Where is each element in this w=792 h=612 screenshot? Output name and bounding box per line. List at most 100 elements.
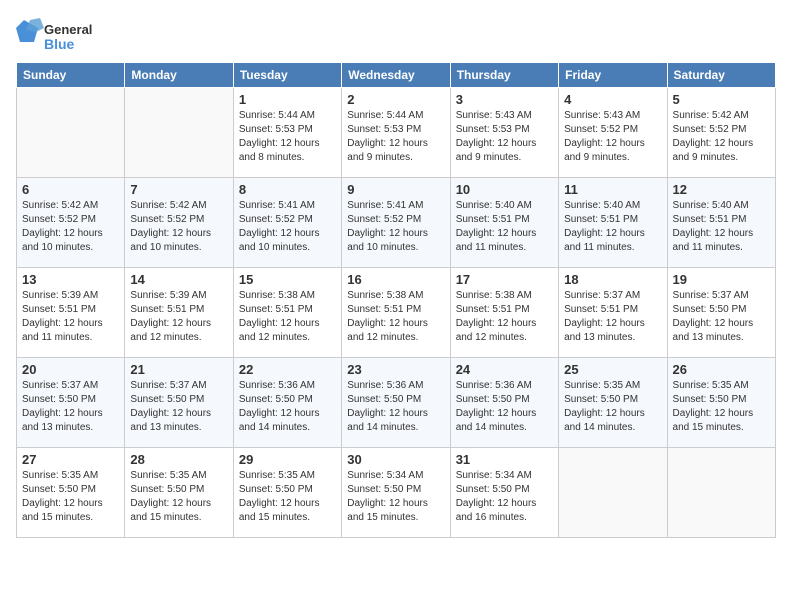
calendar-cell: 4 Sunrise: 5:43 AMSunset: 5:52 PMDayligh… bbox=[559, 88, 667, 178]
day-detail: Sunrise: 5:40 AMSunset: 5:51 PMDaylight:… bbox=[456, 199, 553, 255]
calendar-cell: 13 Sunrise: 5:39 AMSunset: 5:51 PMDaylig… bbox=[17, 268, 125, 358]
day-detail: Sunrise: 5:38 AMSunset: 5:51 PMDaylight:… bbox=[239, 289, 336, 345]
day-number: 7 bbox=[130, 182, 227, 197]
day-detail: Sunrise: 5:37 AMSunset: 5:50 PMDaylight:… bbox=[22, 379, 119, 435]
day-detail: Sunrise: 5:35 AMSunset: 5:50 PMDaylight:… bbox=[130, 469, 227, 525]
calendar-cell: 3 Sunrise: 5:43 AMSunset: 5:53 PMDayligh… bbox=[450, 88, 558, 178]
day-detail: Sunrise: 5:35 AMSunset: 5:50 PMDaylight:… bbox=[22, 469, 119, 525]
calendar-cell: 6 Sunrise: 5:42 AMSunset: 5:52 PMDayligh… bbox=[17, 178, 125, 268]
calendar-cell: 7 Sunrise: 5:42 AMSunset: 5:52 PMDayligh… bbox=[125, 178, 233, 268]
calendar-cell: 16 Sunrise: 5:38 AMSunset: 5:51 PMDaylig… bbox=[342, 268, 450, 358]
day-detail: Sunrise: 5:44 AMSunset: 5:53 PMDaylight:… bbox=[239, 109, 336, 165]
calendar-cell: 29 Sunrise: 5:35 AMSunset: 5:50 PMDaylig… bbox=[233, 448, 341, 538]
day-number: 26 bbox=[673, 362, 770, 377]
day-number: 3 bbox=[456, 92, 553, 107]
day-number: 13 bbox=[22, 272, 119, 287]
calendar-cell bbox=[667, 448, 775, 538]
day-detail: Sunrise: 5:40 AMSunset: 5:51 PMDaylight:… bbox=[673, 199, 770, 255]
logo-svg: General Blue bbox=[16, 16, 106, 56]
day-header-monday: Monday bbox=[125, 63, 233, 88]
day-detail: Sunrise: 5:35 AMSunset: 5:50 PMDaylight:… bbox=[564, 379, 661, 435]
calendar-cell: 28 Sunrise: 5:35 AMSunset: 5:50 PMDaylig… bbox=[125, 448, 233, 538]
day-detail: Sunrise: 5:44 AMSunset: 5:53 PMDaylight:… bbox=[347, 109, 444, 165]
calendar-cell: 8 Sunrise: 5:41 AMSunset: 5:52 PMDayligh… bbox=[233, 178, 341, 268]
calendar-cell: 9 Sunrise: 5:41 AMSunset: 5:52 PMDayligh… bbox=[342, 178, 450, 268]
calendar-cell: 25 Sunrise: 5:35 AMSunset: 5:50 PMDaylig… bbox=[559, 358, 667, 448]
day-number: 9 bbox=[347, 182, 444, 197]
day-header-wednesday: Wednesday bbox=[342, 63, 450, 88]
day-number: 4 bbox=[564, 92, 661, 107]
calendar-cell: 10 Sunrise: 5:40 AMSunset: 5:51 PMDaylig… bbox=[450, 178, 558, 268]
calendar-cell: 27 Sunrise: 5:35 AMSunset: 5:50 PMDaylig… bbox=[17, 448, 125, 538]
calendar-cell bbox=[559, 448, 667, 538]
day-number: 5 bbox=[673, 92, 770, 107]
day-detail: Sunrise: 5:37 AMSunset: 5:50 PMDaylight:… bbox=[130, 379, 227, 435]
day-number: 21 bbox=[130, 362, 227, 377]
calendar-cell: 11 Sunrise: 5:40 AMSunset: 5:51 PMDaylig… bbox=[559, 178, 667, 268]
day-number: 19 bbox=[673, 272, 770, 287]
svg-text:Blue: Blue bbox=[44, 36, 75, 52]
day-detail: Sunrise: 5:41 AMSunset: 5:52 PMDaylight:… bbox=[347, 199, 444, 255]
day-detail: Sunrise: 5:39 AMSunset: 5:51 PMDaylight:… bbox=[22, 289, 119, 345]
svg-text:General: General bbox=[44, 22, 92, 37]
day-number: 11 bbox=[564, 182, 661, 197]
day-detail: Sunrise: 5:35 AMSunset: 5:50 PMDaylight:… bbox=[673, 379, 770, 435]
day-number: 14 bbox=[130, 272, 227, 287]
day-detail: Sunrise: 5:34 AMSunset: 5:50 PMDaylight:… bbox=[456, 469, 553, 525]
day-number: 1 bbox=[239, 92, 336, 107]
day-number: 27 bbox=[22, 452, 119, 467]
day-detail: Sunrise: 5:35 AMSunset: 5:50 PMDaylight:… bbox=[239, 469, 336, 525]
day-header-friday: Friday bbox=[559, 63, 667, 88]
day-detail: Sunrise: 5:42 AMSunset: 5:52 PMDaylight:… bbox=[673, 109, 770, 165]
calendar-cell: 17 Sunrise: 5:38 AMSunset: 5:51 PMDaylig… bbox=[450, 268, 558, 358]
calendar-cell: 18 Sunrise: 5:37 AMSunset: 5:51 PMDaylig… bbox=[559, 268, 667, 358]
calendar-cell: 2 Sunrise: 5:44 AMSunset: 5:53 PMDayligh… bbox=[342, 88, 450, 178]
day-detail: Sunrise: 5:38 AMSunset: 5:51 PMDaylight:… bbox=[456, 289, 553, 345]
day-number: 24 bbox=[456, 362, 553, 377]
day-number: 12 bbox=[673, 182, 770, 197]
day-number: 15 bbox=[239, 272, 336, 287]
day-number: 25 bbox=[564, 362, 661, 377]
day-detail: Sunrise: 5:36 AMSunset: 5:50 PMDaylight:… bbox=[239, 379, 336, 435]
calendar-cell: 12 Sunrise: 5:40 AMSunset: 5:51 PMDaylig… bbox=[667, 178, 775, 268]
calendar-cell: 5 Sunrise: 5:42 AMSunset: 5:52 PMDayligh… bbox=[667, 88, 775, 178]
day-number: 18 bbox=[564, 272, 661, 287]
day-number: 23 bbox=[347, 362, 444, 377]
day-number: 29 bbox=[239, 452, 336, 467]
calendar-cell: 24 Sunrise: 5:36 AMSunset: 5:50 PMDaylig… bbox=[450, 358, 558, 448]
day-detail: Sunrise: 5:34 AMSunset: 5:50 PMDaylight:… bbox=[347, 469, 444, 525]
day-detail: Sunrise: 5:36 AMSunset: 5:50 PMDaylight:… bbox=[347, 379, 444, 435]
calendar-cell: 23 Sunrise: 5:36 AMSunset: 5:50 PMDaylig… bbox=[342, 358, 450, 448]
calendar-cell bbox=[125, 88, 233, 178]
day-number: 16 bbox=[347, 272, 444, 287]
day-detail: Sunrise: 5:37 AMSunset: 5:50 PMDaylight:… bbox=[673, 289, 770, 345]
day-number: 28 bbox=[130, 452, 227, 467]
calendar-cell bbox=[17, 88, 125, 178]
day-detail: Sunrise: 5:40 AMSunset: 5:51 PMDaylight:… bbox=[564, 199, 661, 255]
day-number: 17 bbox=[456, 272, 553, 287]
day-detail: Sunrise: 5:42 AMSunset: 5:52 PMDaylight:… bbox=[130, 199, 227, 255]
day-detail: Sunrise: 5:39 AMSunset: 5:51 PMDaylight:… bbox=[130, 289, 227, 345]
calendar-cell: 22 Sunrise: 5:36 AMSunset: 5:50 PMDaylig… bbox=[233, 358, 341, 448]
day-number: 2 bbox=[347, 92, 444, 107]
calendar-cell: 30 Sunrise: 5:34 AMSunset: 5:50 PMDaylig… bbox=[342, 448, 450, 538]
day-detail: Sunrise: 5:36 AMSunset: 5:50 PMDaylight:… bbox=[456, 379, 553, 435]
calendar-cell: 19 Sunrise: 5:37 AMSunset: 5:50 PMDaylig… bbox=[667, 268, 775, 358]
calendar-table: SundayMondayTuesdayWednesdayThursdayFrid… bbox=[16, 62, 776, 538]
calendar-cell: 21 Sunrise: 5:37 AMSunset: 5:50 PMDaylig… bbox=[125, 358, 233, 448]
day-number: 8 bbox=[239, 182, 336, 197]
day-header-saturday: Saturday bbox=[667, 63, 775, 88]
calendar-cell: 15 Sunrise: 5:38 AMSunset: 5:51 PMDaylig… bbox=[233, 268, 341, 358]
calendar-cell: 20 Sunrise: 5:37 AMSunset: 5:50 PMDaylig… bbox=[17, 358, 125, 448]
calendar-cell: 14 Sunrise: 5:39 AMSunset: 5:51 PMDaylig… bbox=[125, 268, 233, 358]
day-header-thursday: Thursday bbox=[450, 63, 558, 88]
day-number: 31 bbox=[456, 452, 553, 467]
header: General Blue bbox=[16, 16, 776, 56]
day-number: 20 bbox=[22, 362, 119, 377]
day-number: 30 bbox=[347, 452, 444, 467]
calendar-cell: 1 Sunrise: 5:44 AMSunset: 5:53 PMDayligh… bbox=[233, 88, 341, 178]
day-detail: Sunrise: 5:42 AMSunset: 5:52 PMDaylight:… bbox=[22, 199, 119, 255]
day-number: 6 bbox=[22, 182, 119, 197]
day-header-tuesday: Tuesday bbox=[233, 63, 341, 88]
calendar-cell: 31 Sunrise: 5:34 AMSunset: 5:50 PMDaylig… bbox=[450, 448, 558, 538]
